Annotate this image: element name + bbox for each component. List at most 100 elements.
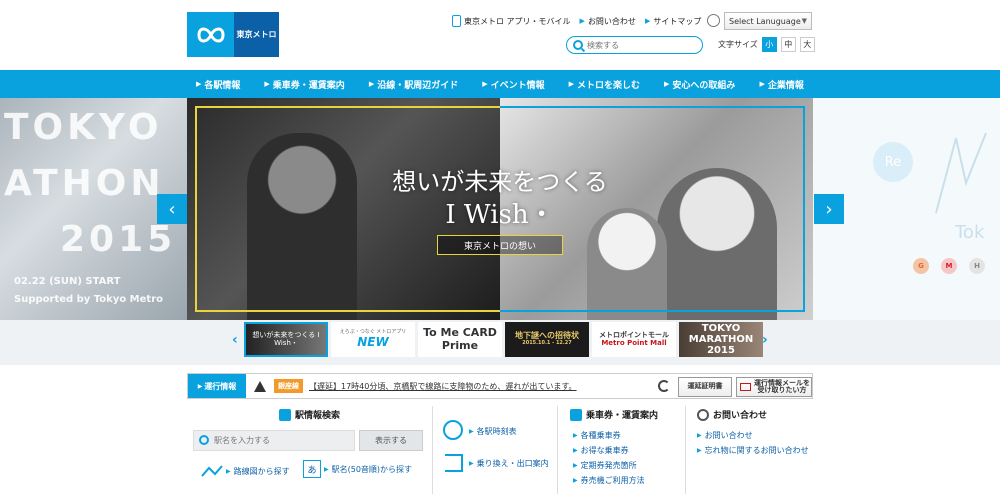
kana-icon: あ	[303, 460, 321, 478]
thumb-metro-app[interactable]: えらぶ・つなぐ メトロアプリ NEW	[331, 322, 415, 357]
arrow-right-icon: ▶	[482, 80, 488, 88]
hero-subline: I Wish・	[445, 200, 555, 230]
nav-item-events[interactable]: ▶ イベント情報	[482, 78, 544, 91]
ticket-link-commuter[interactable]: ▶ 定期券発売箇所	[573, 460, 637, 471]
thumb-text: NEW	[357, 334, 389, 349]
sitemap-link[interactable]: ▶ サイトマップ	[645, 16, 701, 27]
thumb-text: TOKYO MARATHON 2015	[688, 323, 754, 356]
app-mobile-link[interactable]: 東京メトロ アプリ・モバイル	[452, 15, 571, 27]
search-icon[interactable]	[573, 40, 583, 50]
arrow-right-icon: ▶	[469, 460, 474, 467]
metro-m-icon	[187, 12, 234, 57]
route-map-icon	[201, 464, 223, 478]
ticket-link-label: 定期券発売箇所	[580, 461, 637, 470]
ticket-link-label: お得な乗車券	[580, 446, 629, 455]
nav-label: 沿線・駅周辺ガイド	[377, 80, 459, 91]
tokyo-metro-logo[interactable]: 東京メトロ	[187, 12, 279, 57]
panel-divider	[685, 406, 686, 494]
nav-item-guide[interactable]: ▶ 沿線・駅周辺ガイド	[369, 78, 458, 91]
thumb-sub: Metro Point Mall	[601, 338, 667, 347]
ticket-icon	[570, 408, 582, 421]
thumb-marathon[interactable]: TOKYO MARATHON 2015	[679, 322, 763, 357]
language-select[interactable]: Select Lanuguage ▼	[724, 12, 812, 30]
kana-link-label: 駅名(50音順)から探す	[331, 464, 413, 474]
thumb-tome-card[interactable]: To Me CARD Prime	[418, 322, 502, 357]
font-size-label: 文字サイズ	[718, 40, 758, 49]
thumbs-prev-icon[interactable]: ‹	[232, 332, 238, 348]
phone-icon	[452, 15, 461, 27]
arrow-right-icon: ▶	[226, 467, 231, 475]
thumbs-next-icon[interactable]: ›	[762, 332, 768, 348]
refresh-icon[interactable]	[658, 380, 670, 392]
re-badge: Re	[873, 142, 913, 182]
mail-button-label: 運行情報メールを受け取りたい方	[754, 378, 810, 394]
nav-item-corporate[interactable]: ▶ 企業情報	[759, 78, 803, 91]
arrow-right-icon: ▶	[573, 447, 578, 454]
font-size-large-button[interactable]: 大	[799, 37, 815, 52]
carousel-prev-button[interactable]: ‹	[157, 194, 187, 224]
ticket-link-types[interactable]: ▶ 各種乗車券	[573, 430, 621, 441]
transfer-link-label: 乗り換え・出口案内	[476, 459, 549, 468]
thumb-sub: 2015.10.1 - 12.27	[522, 340, 572, 347]
mail-icon	[740, 383, 751, 391]
site-search	[566, 36, 703, 54]
contact-title-text: お問い合わせ	[713, 411, 768, 421]
tickets-title-text: 乗車券・運賃案内	[586, 411, 659, 421]
arrow-right-icon: ▶	[368, 80, 375, 88]
transfer-exit-link[interactable]: ▶ 乗り換え・出口案内	[469, 458, 549, 469]
marathon-year: 2015	[60, 219, 177, 260]
contact-link-label: 忘れ物に関するお問い合わせ	[704, 446, 809, 455]
arrow-right-icon: ▶	[579, 17, 585, 25]
logo-wordmark: 東京メトロ	[234, 12, 279, 57]
station-search-title: 駅情報検索	[279, 408, 340, 421]
arrow-right-icon: ▶	[697, 447, 702, 454]
font-size-medium-button[interactable]: 中	[780, 37, 796, 52]
marathon-date: 02.22 (SUN) START	[14, 276, 121, 287]
contact-link-general[interactable]: ▶ お問い合わせ	[697, 430, 753, 441]
thumb-iwish[interactable]: 想いが未来をつくる I Wish・	[244, 322, 328, 357]
globe-icon	[707, 14, 720, 27]
marathon-title-1: TOKYO	[4, 107, 163, 148]
thumb-text: 想いが未来をつくる I Wish・	[252, 330, 320, 347]
line-m-badge: M	[941, 258, 957, 274]
nav-item-safety[interactable]: ▶ 安心への取組み	[664, 78, 735, 91]
route-map-search-link[interactable]: ▶ 路線図から探す	[201, 464, 290, 478]
carousel-next-button[interactable]: ›	[814, 194, 844, 224]
sitemap-label: サイトマップ	[653, 16, 702, 26]
nav-item-enjoy[interactable]: ▶ メトロを楽しむ	[569, 78, 640, 91]
nav-item-stations[interactable]: ▶ 各駅情報	[196, 78, 240, 91]
arrow-right-icon: ▶	[573, 477, 578, 484]
nav-label: 各駅情報	[204, 80, 241, 91]
hero-cta-button[interactable]: 東京メトロの想い	[437, 235, 563, 255]
route-map-link-label: 路線図から探す	[233, 466, 290, 476]
ticket-link-label: 各種乗車券	[580, 431, 621, 440]
panel-divider	[557, 406, 558, 494]
delay-certificate-button[interactable]: 運延証明書	[678, 377, 732, 397]
mail-subscribe-button[interactable]: 運行情報メールを受け取りたい方	[736, 377, 812, 397]
thumb-metro-point-mall[interactable]: メトロポイントモール Metro Point Mall	[592, 322, 676, 357]
kana-search-link[interactable]: あ ▶ 駅名(50音順)から探す	[303, 460, 412, 478]
arrow-right-icon: ▶	[197, 382, 203, 390]
ticket-link-machines[interactable]: ▶ 券売機ご利用方法	[573, 475, 645, 486]
nav-item-tickets[interactable]: ▶ 乗車券・運賃案内	[264, 78, 344, 91]
nav-label: メトロを楽しむ	[577, 80, 641, 91]
contact-link[interactable]: ▶ お問い合わせ	[580, 16, 636, 27]
thumb-chika-nazo[interactable]: 地下謎への招待状 2015.10.1 - 12.27	[505, 322, 589, 357]
timetable-link[interactable]: ▶ 各駅時刻表	[469, 426, 517, 437]
contact-title: お問い合わせ	[697, 408, 767, 421]
font-size-control: 文字サイズ 小 中 大	[718, 37, 815, 52]
contact-link-lost-items[interactable]: ▶ 忘れ物に関するお問い合わせ	[697, 445, 809, 456]
global-nav: ▶ 各駅情報 ▶ 乗車券・運賃案内 ▶ 沿線・駅周辺ガイド ▶ イベント情報 ▶ メトロを…	[0, 70, 1000, 98]
arrow-right-icon: ▶	[697, 432, 702, 439]
nav-label: 企業情報	[767, 80, 804, 91]
station-name-field[interactable]: 駅名を入力する	[193, 430, 355, 451]
font-size-small-button[interactable]: 小	[761, 37, 777, 52]
arrow-right-icon: ▶	[324, 465, 329, 473]
delay-message-link[interactable]: 【遅延】17時40分頃、京橋駅で線路に支障物のため、遅れが出ています。	[309, 381, 577, 392]
line-badge-ginza: 銀座線	[274, 379, 303, 393]
ticket-link-deals[interactable]: ▶ お得な乗車券	[573, 445, 629, 456]
line-h-badge: H	[969, 258, 985, 274]
main-slide[interactable]: 想いが未来をつくる I Wish・ 東京メトロの想い	[187, 98, 813, 320]
search-input[interactable]	[587, 40, 687, 50]
station-show-button[interactable]: 表示する	[359, 430, 423, 451]
